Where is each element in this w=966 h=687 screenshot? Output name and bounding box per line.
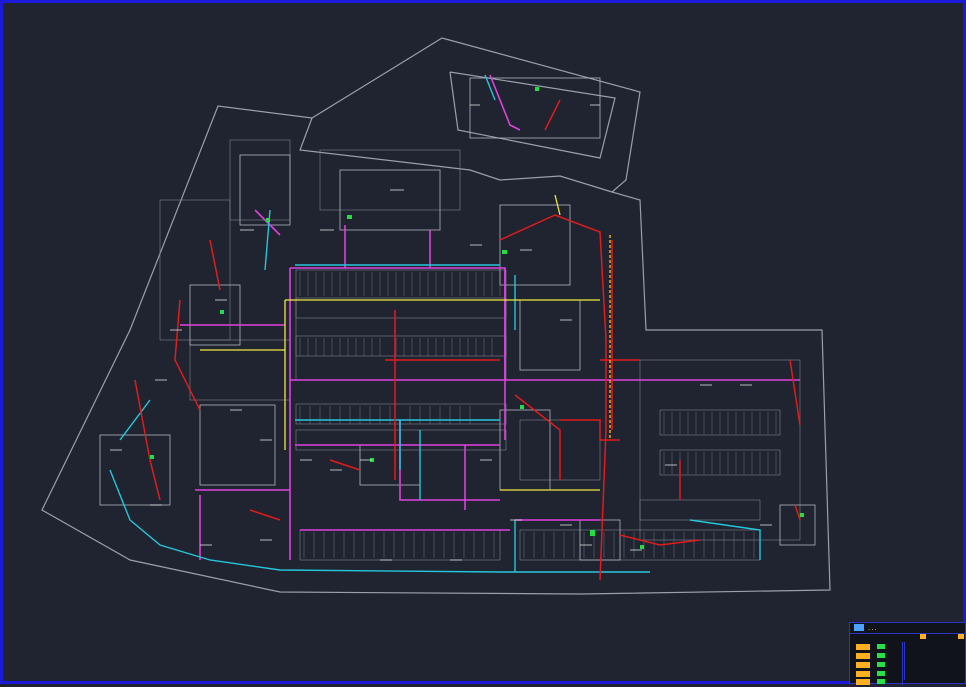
title-mark <box>920 634 926 639</box>
legend-mark <box>877 653 885 658</box>
title-block: ... <box>849 622 966 687</box>
legend-mark <box>877 644 885 649</box>
legend-swatch <box>856 679 870 685</box>
legend-swatch <box>856 653 870 659</box>
drawing-title: ... <box>868 624 878 632</box>
legend-row <box>850 643 966 652</box>
title-mark <box>958 634 964 639</box>
stall-ticks <box>299 272 777 558</box>
legend-row <box>850 661 966 670</box>
annotations <box>110 104 772 561</box>
site-plan-canvas[interactable] <box>0 0 966 684</box>
legend-swatch <box>856 662 870 668</box>
legend-mark <box>877 671 885 676</box>
legend-mark <box>877 679 885 684</box>
building-cores <box>99 77 816 561</box>
legend-row <box>850 678 966 687</box>
legend-swatch <box>856 671 870 677</box>
legend-row <box>850 652 966 661</box>
title-block-header: ... <box>850 623 966 634</box>
magenta-routes <box>180 74 800 560</box>
legend-mark <box>877 662 885 667</box>
logo-icon <box>854 624 864 631</box>
cyan-routes <box>109 74 761 573</box>
legend-swatch <box>856 644 870 650</box>
